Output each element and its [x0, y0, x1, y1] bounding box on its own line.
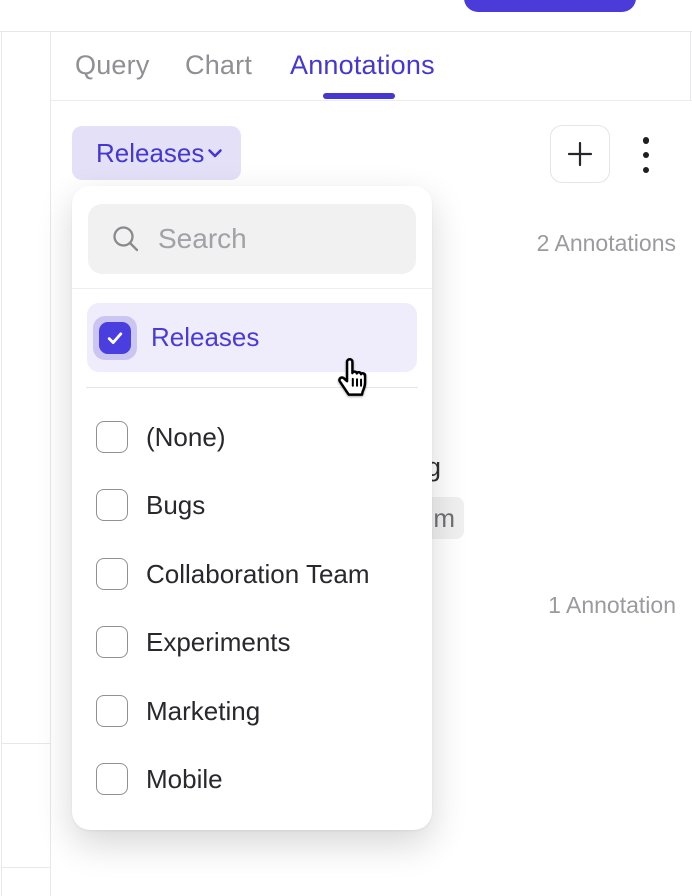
search-input[interactable]: [158, 223, 394, 255]
checkbox-none[interactable]: [96, 421, 128, 453]
tabbar-divider: [51, 100, 692, 101]
option-mobile[interactable]: Mobile: [72, 745, 432, 813]
tab-chart[interactable]: Chart: [185, 50, 252, 81]
option-collaboration-team[interactable]: Collaboration Team: [72, 540, 432, 608]
tab-query[interactable]: Query: [75, 50, 150, 81]
option-label: Marketing: [146, 696, 260, 727]
right-edge-border: [690, 31, 691, 100]
releases-filter-dropdown-button[interactable]: Releases: [72, 126, 241, 180]
plus-icon: [566, 140, 594, 168]
annotation-group-count: 1 Annotation: [548, 592, 676, 619]
more-options-button[interactable]: [636, 137, 656, 173]
active-tab-underline: [323, 93, 395, 99]
kebab-icon: [643, 137, 650, 144]
search-box[interactable]: [88, 204, 416, 274]
left-edge-border: [1, 31, 2, 896]
chevron-down-icon: [204, 142, 226, 164]
add-annotation-button[interactable]: [550, 125, 610, 183]
left-rail-border: [50, 31, 51, 896]
checkbox-experiments[interactable]: [96, 626, 128, 658]
option-label: Releases: [151, 322, 259, 353]
option-bugs[interactable]: Bugs: [72, 471, 432, 539]
option-label: Experiments: [146, 627, 291, 658]
cursor-pointer-icon: [330, 352, 376, 405]
left-rail-divider: [1, 743, 50, 744]
annotation-group-count: 2 Annotations: [537, 230, 676, 257]
checkbox-marketing[interactable]: [96, 695, 128, 727]
primary-action-button[interactable]: [464, 0, 636, 12]
option-none[interactable]: (None): [72, 403, 432, 471]
top-divider: [0, 31, 692, 32]
tab-annotations[interactable]: Annotations: [290, 50, 435, 81]
option-marketing[interactable]: Marketing: [72, 677, 432, 745]
releases-filter-dropdown-panel: Releases (None) Bugs Collaboration Team …: [72, 186, 432, 830]
left-rail-divider: [1, 867, 50, 868]
checkbox-releases[interactable]: [93, 316, 137, 360]
option-label: Collaboration Team: [146, 559, 370, 590]
divider: [72, 288, 432, 289]
option-label: Mobile: [146, 764, 223, 795]
checkbox-collaboration-team[interactable]: [96, 558, 128, 590]
checkmark-icon: [105, 328, 125, 348]
search-icon: [110, 223, 142, 255]
checkbox-mobile[interactable]: [96, 763, 128, 795]
screen: Query Chart Annotations Releases 2 Annot…: [0, 0, 692, 896]
option-label: (None): [146, 422, 225, 453]
checkbox-bugs[interactable]: [96, 489, 128, 521]
filter-button-label: Releases: [96, 138, 204, 169]
option-label: Bugs: [146, 490, 205, 521]
option-experiments[interactable]: Experiments: [72, 608, 432, 676]
